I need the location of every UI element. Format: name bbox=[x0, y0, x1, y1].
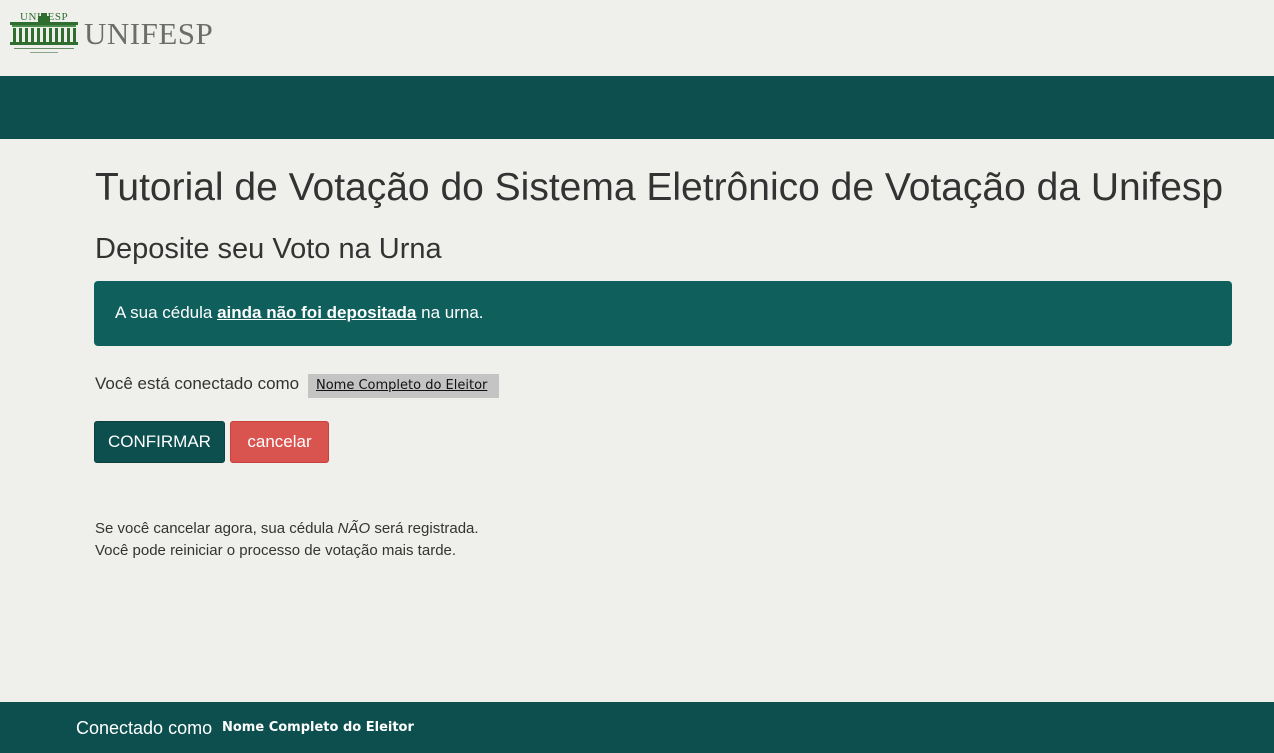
logo-wordmark: UNIFESP bbox=[84, 16, 214, 51]
note-line1-suffix: será registrada. bbox=[370, 520, 479, 537]
logo-bar: UNIFESP UNIFESP bbox=[0, 0, 1274, 76]
cancel-note-line1: Se você cancelar agora, sua cédula NÃO s… bbox=[95, 518, 479, 540]
footer-connected-label: Conectado como bbox=[76, 718, 213, 738]
alert-message: A sua cédula ainda não foi depositada na… bbox=[115, 303, 484, 323]
top-nav-bar bbox=[0, 76, 1274, 139]
unifesp-logo[interactable]: UNIFESP UNIFESP bbox=[8, 10, 213, 58]
connected-as-label: Você está conectado como bbox=[95, 374, 300, 393]
footer-bar: Conectado como Nome Completo do Eleitor bbox=[0, 702, 1274, 753]
alert-emphasis: ainda não foi depositada bbox=[217, 303, 417, 322]
footer-voter-name: Nome Completo do Eleitor bbox=[222, 720, 414, 735]
logo-small-text: UNIFESP bbox=[20, 11, 69, 23]
section-title: Deposite seu Voto na Urna bbox=[95, 233, 442, 265]
page-title: Tutorial de Votação do Sistema Eletrônic… bbox=[95, 166, 1224, 209]
voter-name-text: Nome Completo do Eleitor bbox=[316, 378, 488, 393]
alert-prefix: A sua cédula bbox=[115, 303, 218, 322]
note-line1-prefix: Se você cancelar agora, sua cédula bbox=[95, 520, 338, 537]
ballot-status-alert: A sua cédula ainda não foi depositada na… bbox=[94, 281, 1232, 346]
voter-name-badge: Nome Completo do Eleitor bbox=[308, 374, 499, 398]
cancel-button[interactable]: cancelar bbox=[230, 421, 329, 463]
cancel-note-line2: Você pode reiniciar o processo de votaçã… bbox=[95, 542, 457, 559]
note-line1-emphasis: NÃO bbox=[337, 520, 371, 537]
confirm-button[interactable]: CONFIRMAR bbox=[94, 421, 225, 463]
alert-suffix: na urna. bbox=[416, 303, 484, 322]
cancel-note: Se você cancelar agora, sua cédula NÃO s… bbox=[95, 518, 479, 562]
